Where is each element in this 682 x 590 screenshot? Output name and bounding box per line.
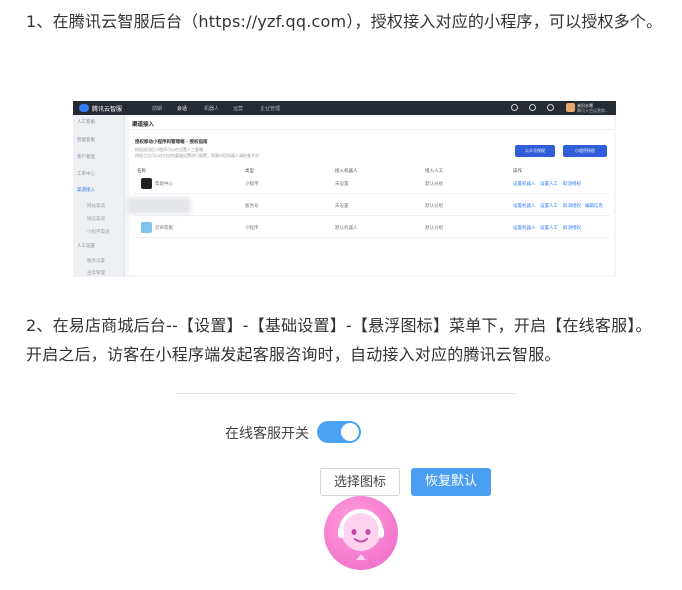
table-row: 服务号 未设置 默认分组 设置机器人 设置人工 取消授权 编辑信息 bbox=[133, 197, 610, 216]
instruction-paragraph-2: 2、在易店商城后台--【设置】-【基础设置】-【悬浮图标】菜单下，开启【在线客服… bbox=[26, 316, 652, 364]
op-set-bot[interactable]: 设置机器人 bbox=[513, 203, 536, 209]
online-service-toggle[interactable] bbox=[317, 421, 361, 443]
sidebar-subitem[interactable]: 坐席管理 bbox=[87, 270, 105, 276]
top-bar: 腾讯云智服 前期 会话 机器人 运营 企业管理 未识水嗯 腾讯天空运营商... bbox=[73, 101, 616, 115]
mail-icon[interactable] bbox=[511, 104, 518, 111]
note: 授权之后可以在对应的渠道设置进行配置，如果对话机器人请检查开启 bbox=[135, 153, 259, 158]
app-icon bbox=[141, 222, 152, 233]
op-set-human[interactable]: 设置人工 bbox=[540, 203, 558, 209]
user-sub: 腾讯天空运营商... bbox=[577, 108, 609, 113]
yzf-admin-screenshot: 腾讯云智服 前期 会话 机器人 运营 企业管理 未识水嗯 腾讯天空运营商... … bbox=[73, 101, 616, 277]
divider bbox=[175, 393, 515, 394]
instruction-paragraph-1: 1、在腾讯云智服后台（https://yzf.qq.com），授权接入对应的小程… bbox=[26, 12, 663, 31]
sidebar-item[interactable]: 客户管理 bbox=[77, 154, 95, 160]
sidebar-subitem[interactable]: 网站渠道 bbox=[87, 203, 105, 209]
channel-title: 授权移动小程序和管理端 - 授权指南 bbox=[135, 140, 208, 145]
restore-default-button[interactable]: 恢复默认 bbox=[411, 468, 491, 496]
divider bbox=[129, 129, 614, 130]
help-icon[interactable] bbox=[547, 104, 554, 111]
user-info[interactable]: 未识水嗯 腾讯天空运营商... bbox=[577, 103, 609, 113]
sidebar-item-channel[interactable]: 渠道接入 bbox=[77, 187, 95, 193]
blurred-avatar bbox=[127, 197, 191, 214]
op-cancel-auth[interactable]: 取消授权 bbox=[563, 225, 581, 231]
toggle-knob bbox=[341, 423, 359, 441]
avatar[interactable] bbox=[566, 103, 575, 112]
sidebar-item[interactable]: 人工设置 bbox=[77, 243, 95, 249]
cloud-logo-icon bbox=[79, 104, 89, 112]
column-header: 类型 bbox=[245, 169, 254, 174]
op-set-human[interactable]: 设置人工 bbox=[540, 181, 558, 187]
choose-icon-button[interactable]: 选择图标 bbox=[320, 468, 400, 496]
sidebar-item[interactable]: 工单中心 bbox=[77, 171, 95, 177]
row-human: 默认分组 bbox=[425, 182, 443, 187]
row-type: 小程序 bbox=[245, 182, 259, 187]
row-human: 默认分组 bbox=[425, 226, 443, 231]
row-bot: 默认机器人 bbox=[335, 226, 358, 231]
main-panel: 渠道接入 授权移动小程序和管理端 - 授权指南 授权成功后小程序可以在设置人工客… bbox=[129, 117, 614, 275]
sidebar: 人工客服 智能客服 客户管理 工单中心 渠道接入 网站渠道 微信渠道 小程序渠道… bbox=[73, 115, 125, 277]
brand-name: 腾讯云智服 bbox=[92, 106, 123, 113]
row-type: 服务号 bbox=[245, 204, 259, 209]
customer-service-float-icon[interactable] bbox=[324, 496, 398, 570]
op-cancel-auth[interactable]: 取消授权 bbox=[563, 181, 581, 187]
column-header: 接入机器人 bbox=[335, 169, 358, 174]
online-service-toggle-label: 在线客服开关 bbox=[225, 426, 309, 442]
row-human: 默认分组 bbox=[425, 204, 443, 209]
nav-item-active[interactable]: 会话 bbox=[177, 105, 187, 112]
op-set-bot[interactable]: 设置机器人 bbox=[513, 181, 536, 187]
wechat-auth-button[interactable]: 公众号授权 bbox=[515, 145, 555, 157]
op-set-bot[interactable]: 设置机器人 bbox=[513, 225, 536, 231]
row-name: 帮助中心 bbox=[155, 182, 173, 187]
nav-item[interactable]: 企业管理 bbox=[260, 105, 280, 112]
table-row: 帮助中心 小程序 未设置 默认分组 设置机器人 设置人工 取消授权 bbox=[133, 175, 610, 194]
row-type: 小程序 bbox=[245, 226, 259, 231]
nav-item[interactable]: 前期 bbox=[152, 105, 162, 112]
cloud-icon[interactable] bbox=[529, 104, 536, 111]
sidebar-subitem[interactable]: 微信渠道 bbox=[87, 216, 105, 222]
column-header: 接入人工 bbox=[425, 169, 443, 174]
sidebar-subitem[interactable]: 服务设置 bbox=[87, 258, 105, 264]
sidebar-item[interactable]: 人工客服 bbox=[77, 119, 95, 125]
sidebar-item[interactable]: 智能客服 bbox=[77, 137, 95, 143]
sidebar-subitem[interactable]: 小程序渠道 bbox=[87, 229, 110, 235]
table-row: 云商客服 小程序 默认机器人 默认分组 设置机器人 设置人工 取消授权 bbox=[133, 219, 610, 238]
op-set-human[interactable]: 设置人工 bbox=[540, 225, 558, 231]
app-icon bbox=[141, 178, 152, 189]
row-bot: 未设置 bbox=[335, 204, 349, 209]
row-name: 云商客服 bbox=[155, 226, 173, 231]
store-settings-screenshot: 在线客服开关 选择图标 恢复默认 bbox=[175, 393, 515, 590]
row-bot: 未设置 bbox=[335, 182, 349, 187]
headset-robot-icon bbox=[338, 509, 384, 560]
page-title: 渠道接入 bbox=[132, 122, 155, 128]
op-cancel-auth[interactable]: 取消授权 bbox=[563, 203, 581, 209]
miniprogram-auth-button[interactable]: 小程序授权 bbox=[563, 145, 607, 157]
column-header: 名称 bbox=[137, 169, 146, 174]
nav-item[interactable]: 运营 bbox=[233, 105, 243, 112]
column-header: 操作 bbox=[513, 169, 522, 174]
op-edit-info[interactable]: 编辑信息 bbox=[585, 203, 603, 209]
nav-item[interactable]: 机器人 bbox=[204, 105, 219, 112]
